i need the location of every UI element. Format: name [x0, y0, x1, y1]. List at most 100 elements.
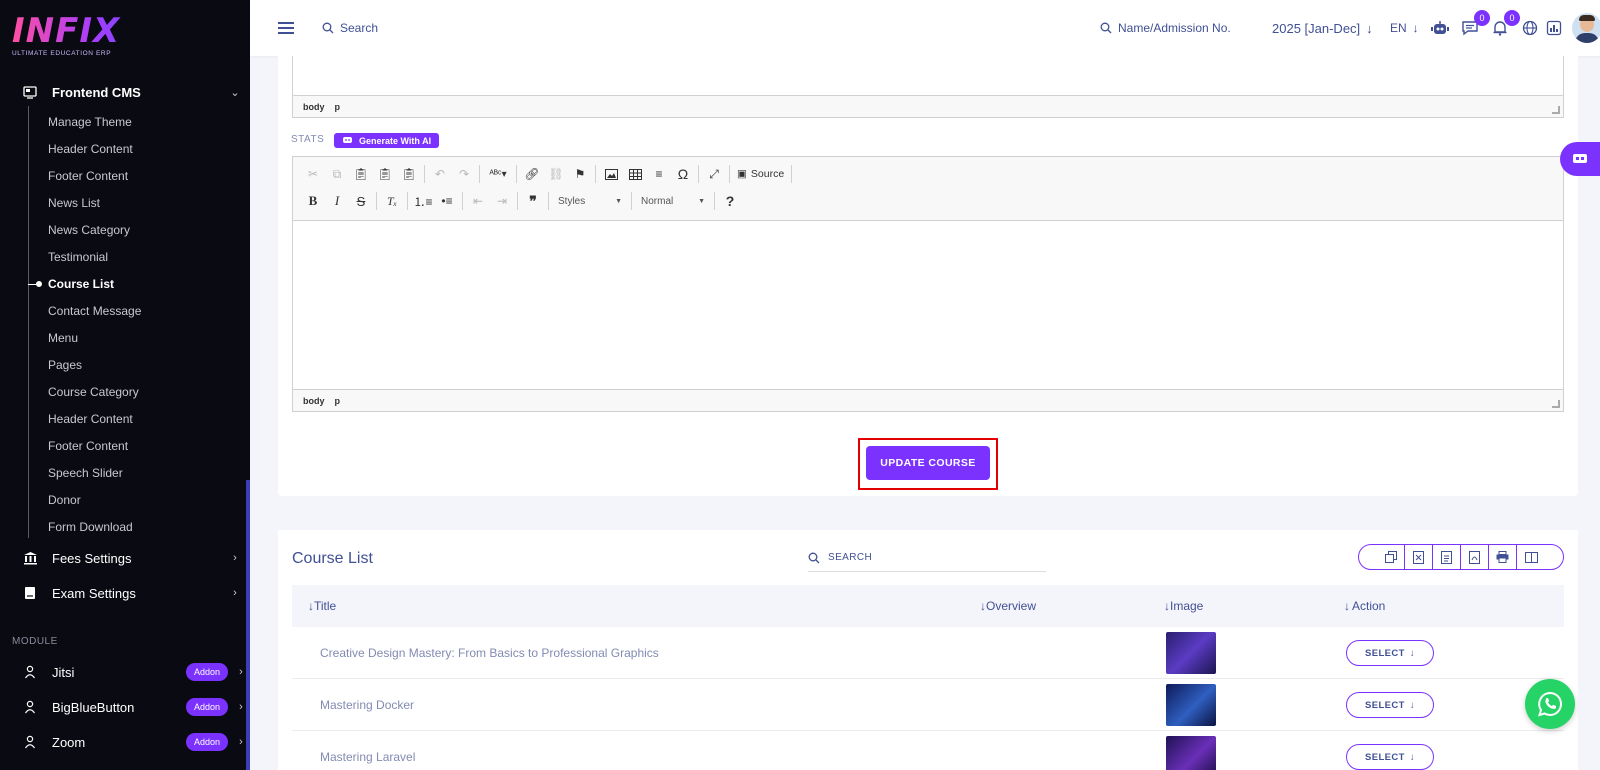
table-icon[interactable]	[623, 163, 647, 185]
notifications-button[interactable]: 0	[1490, 0, 1520, 56]
numbered-list-icon[interactable]: ⒈≡	[411, 190, 435, 212]
sidebar-item-form-download[interactable]: Form Download	[48, 517, 133, 537]
csv-button[interactable]	[1433, 545, 1461, 569]
sidebar-item-contact-message[interactable]: Contact Message	[48, 301, 141, 321]
paste-word-icon[interactable]: 📋︎	[397, 163, 421, 185]
sidebar-group-fees-settings[interactable]: Fees Settings ›	[0, 543, 250, 573]
sidebar-item-manage-theme[interactable]: Manage Theme	[48, 112, 132, 132]
remove-format-icon[interactable]: Tₓ	[380, 190, 404, 212]
paste-icon[interactable]: 📋︎	[349, 163, 373, 185]
sidebar-item-course-category[interactable]: Course Category	[48, 382, 139, 402]
sidebar-group-label: Frontend CMS	[52, 84, 141, 100]
editor-path-bar: body p	[293, 389, 1563, 411]
course-search-input[interactable]: SEARCH	[808, 544, 1046, 572]
sidebar-item-footer-content[interactable]: Footer Content	[48, 166, 128, 186]
link-icon[interactable]: 🔗︎	[520, 163, 544, 185]
logo-text: INFIX	[12, 14, 152, 48]
overview-editor[interactable]: body p	[292, 56, 1564, 118]
unlink-icon[interactable]: ⛓	[544, 163, 568, 185]
sidebar-module-bigbluebutton[interactable]: BigBlueButton Addon ›	[0, 692, 250, 722]
messages-button[interactable]: 0	[1460, 0, 1490, 56]
sidebar-group-exam-settings[interactable]: Exam Settings ›	[0, 578, 250, 608]
globe-icon	[1520, 18, 1540, 38]
sidebar-item-menu[interactable]: Menu	[48, 328, 78, 348]
blockquote-icon[interactable]: ❞	[521, 190, 545, 212]
sidebar-item-donor[interactable]: Donor	[48, 490, 81, 510]
sidebar-module-zoom[interactable]: Zoom Addon ›	[0, 727, 250, 757]
sidebar-item-pages[interactable]: Pages	[48, 355, 82, 375]
column-header-title[interactable]: ↓ Title	[308, 585, 336, 627]
sidebar-item-course-list[interactable]: Course List	[48, 274, 114, 294]
path-tag[interactable]: body	[303, 102, 325, 112]
excel-button[interactable]	[1405, 545, 1433, 569]
copy-icon[interactable]: ⧉	[325, 163, 349, 185]
select-action-button[interactable]: SELECT ↓	[1346, 744, 1434, 770]
cut-icon[interactable]: ✂	[301, 163, 325, 185]
sidebar-item-footer-content-2[interactable]: Footer Content	[48, 436, 128, 456]
ai-bot-button[interactable]	[1430, 0, 1450, 56]
sidebar-item-news-list[interactable]: News List	[48, 193, 100, 213]
strikethrough-icon[interactable]: S	[349, 190, 373, 212]
sidebar-item-news-category[interactable]: News Category	[48, 220, 130, 240]
copy-button[interactable]	[1377, 545, 1405, 569]
resize-handle[interactable]	[1552, 400, 1560, 408]
column-header-overview[interactable]: ↓ Overview	[980, 585, 1036, 627]
website-button[interactable]	[1520, 0, 1540, 56]
column-header-image[interactable]: ↓ Image	[1164, 585, 1203, 627]
undo-icon[interactable]: ↶	[428, 163, 452, 185]
separator	[548, 192, 549, 210]
update-course-button[interactable]: UPDATE COURSE	[866, 446, 990, 480]
outdent-icon[interactable]: ⇤	[466, 190, 490, 212]
redo-icon[interactable]: ↷	[452, 163, 476, 185]
path-tag[interactable]: p	[335, 102, 341, 112]
session-dropdown[interactable]: 2025 [Jan-Dec] ↓	[1272, 0, 1373, 56]
resize-handle[interactable]	[1552, 106, 1560, 114]
horizontal-line-icon[interactable]: ≡	[647, 163, 671, 185]
path-tag[interactable]: p	[335, 396, 341, 406]
reports-button[interactable]	[1544, 0, 1564, 56]
sidebar-item-testimonial[interactable]: Testimonial	[48, 247, 108, 267]
anchor-flag-icon[interactable]: ⚑	[568, 163, 592, 185]
maximize-icon[interactable]: ⤢	[702, 163, 726, 185]
logo[interactable]: INFIX ULTIMATE EDUCATION ERP	[12, 14, 152, 60]
profile-avatar[interactable]	[1572, 0, 1600, 56]
course-title-cell: Creative Design Mastery: From Basics to …	[320, 646, 659, 660]
spellcheck-icon[interactable]: ᴬᴮᶜ▾	[483, 163, 513, 185]
search-icon	[1100, 22, 1112, 34]
path-tag[interactable]: body	[303, 396, 325, 406]
editor-content-area[interactable]	[293, 221, 1563, 391]
menu-toggle-button[interactable]	[278, 0, 294, 56]
column-header-action[interactable]: ↓ Action	[1344, 585, 1385, 627]
whatsapp-chat-button[interactable]	[1525, 679, 1575, 729]
image-icon[interactable]	[599, 163, 623, 185]
print-button[interactable]	[1489, 545, 1517, 569]
bold-icon[interactable]: B	[301, 190, 325, 212]
search-input[interactable]: Search	[322, 0, 378, 56]
sidebar-item-header-content[interactable]: Header Content	[48, 139, 133, 159]
styles-dropdown[interactable]: Styles ▼	[552, 191, 628, 211]
sidebar-item-speech-slider[interactable]: Speech Slider	[48, 463, 123, 483]
select-action-button[interactable]: SELECT ↓	[1346, 640, 1434, 666]
paste-text-icon[interactable]: 📋︎	[373, 163, 397, 185]
language-dropdown[interactable]: EN ↓	[1390, 0, 1419, 56]
source-button[interactable]: ▣ Source	[733, 163, 788, 185]
indent-icon[interactable]: ⇥	[490, 190, 514, 212]
help-icon[interactable]: ?	[718, 190, 742, 212]
pdf-button[interactable]	[1461, 545, 1489, 569]
italic-icon[interactable]: I	[325, 190, 349, 212]
select-action-button[interactable]: SELECT ↓	[1346, 692, 1434, 718]
special-char-icon[interactable]: Ω	[671, 163, 695, 185]
column-visibility-button[interactable]	[1517, 545, 1545, 569]
action-cell: SELECT ↓	[1346, 627, 1434, 679]
search-placeholder: SEARCH	[828, 552, 873, 563]
sidebar-item-header-content-2[interactable]: Header Content	[48, 409, 133, 429]
editor-path-bar: body p	[293, 95, 1563, 117]
format-dropdown[interactable]: Normal ▼	[635, 191, 711, 211]
sidebar-module-jitsi[interactable]: Jitsi Addon ›	[0, 657, 250, 687]
floating-cart-button[interactable]	[1560, 142, 1600, 176]
student-search-input[interactable]: Name/Admission No.	[1100, 0, 1231, 56]
bullet-list-icon[interactable]: •≡	[435, 190, 459, 212]
generate-with-ai-button[interactable]: Generate With AI	[334, 133, 440, 148]
sidebar-scrollbar[interactable]	[246, 480, 250, 770]
sidebar-group-frontend-cms[interactable]: Frontend CMS ⌄	[0, 77, 250, 107]
